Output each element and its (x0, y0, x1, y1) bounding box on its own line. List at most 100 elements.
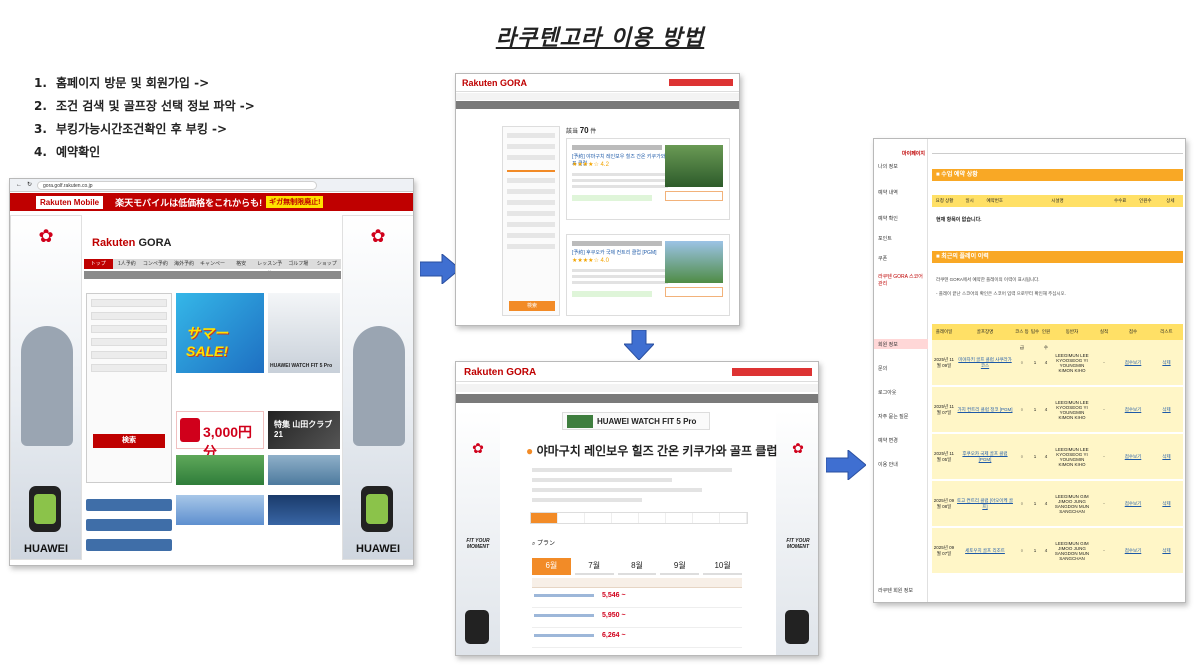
month-tab[interactable]: 8월 (617, 558, 657, 575)
plan-link[interactable] (534, 634, 594, 637)
right-side-ad[interactable]: ✿ HUAWEI (342, 215, 413, 560)
course-photo[interactable] (665, 241, 723, 283)
nav-item[interactable]: キャンペーン (198, 259, 227, 277)
search-field[interactable] (91, 325, 167, 333)
filter-field[interactable] (507, 155, 555, 160)
search-button[interactable]: 検索 (509, 301, 555, 311)
score-link[interactable]: 점수보기 (1116, 360, 1150, 366)
golf-banner[interactable] (268, 495, 340, 525)
course-link[interactable]: 토고 컨트리 클럽 [아오이케 골프] (956, 498, 1014, 510)
plan-row[interactable]: 6,264 ~ (532, 628, 742, 648)
summer-sale-promo[interactable]: サマー SALE! (176, 293, 264, 373)
tab[interactable] (720, 513, 747, 523)
huawei-promo[interactable]: HUAWEI WATCH FIT 5 Pro (268, 293, 340, 373)
month-tab[interactable]: 6월 (532, 558, 571, 575)
detail-button[interactable] (665, 191, 723, 201)
filter-field[interactable] (507, 144, 555, 149)
sidebar-item[interactable]: 예약 확인 (878, 215, 926, 222)
month-tab[interactable]: 7월 (574, 558, 614, 575)
plan-row[interactable]: 5,950 ~ (532, 608, 742, 628)
tab[interactable] (531, 513, 558, 523)
score-link[interactable]: 점수보기 (1116, 501, 1150, 507)
sidebar-item[interactable]: 예약 내역 (878, 189, 926, 196)
delete-link[interactable]: 삭제 (1150, 454, 1183, 460)
right-side-ad[interactable]: ✿ FIT YOUR MOMENT (776, 410, 818, 655)
plan-link[interactable] (534, 594, 594, 597)
filter-field[interactable] (507, 200, 555, 205)
promo-banner[interactable]: Rakuten Mobile 楽天モバイルは低価格をこれからも! ギガ無制限廃止… (10, 193, 413, 211)
left-side-ad[interactable]: ✿ FIT YOUR MOMENT (456, 410, 500, 655)
score-link[interactable]: 점수보기 (1116, 407, 1150, 413)
plan-search[interactable]: ⌕ プラン (532, 538, 555, 548)
course-link[interactable]: 미야자키 골프 클럽 사쿠라가 코스 (956, 357, 1014, 369)
month-tab[interactable]: 10월 (703, 558, 742, 575)
tab[interactable] (558, 513, 585, 523)
sidebar-item[interactable]: 예약 변경 (878, 437, 926, 444)
score-link[interactable]: 점수보기 (1116, 548, 1150, 554)
nav-item[interactable]: レッスン予約 (255, 259, 284, 277)
nav-item[interactable]: ショップ (313, 259, 342, 269)
course-card[interactable]: [予約] 야마구치 레인보우 힐즈 간온 키쿠가와 골프 클럽 ★★★★☆ 4.… (566, 138, 730, 220)
left-side-ad[interactable]: ✿ HUAWEI (10, 215, 82, 560)
filter-field[interactable] (507, 222, 555, 227)
rakuten-gora-logo[interactable]: Rakuten GORA (92, 237, 171, 249)
course-photo[interactable] (665, 145, 723, 187)
search-field[interactable] (91, 312, 167, 320)
sidebar-item[interactable]: 라쿠텐 회원 정보 (878, 587, 926, 594)
sidebar-item[interactable]: 이용 안내 (878, 461, 926, 468)
gora-logo[interactable]: Rakuten GORA (464, 367, 536, 378)
filter-field[interactable] (507, 244, 555, 249)
filter-field[interactable] (507, 189, 555, 194)
sidebar-item[interactable]: 문의 (878, 365, 926, 372)
sidebar-item-active[interactable]: 회원 정보 (878, 341, 926, 348)
huawei-ad-banner[interactable]: HUAWEI WATCH FIT 5 Pro (562, 412, 710, 430)
plan-link[interactable] (534, 614, 594, 617)
sidebar-item[interactable]: 쿠폰 (878, 255, 926, 262)
filter-field[interactable] (507, 211, 555, 216)
sidebar-item[interactable]: 라쿠텐 GORA 스코어 관리 (878, 273, 926, 287)
nav-item[interactable]: 格安 (227, 259, 256, 269)
region-link[interactable] (86, 499, 172, 511)
tab[interactable] (585, 513, 612, 523)
tab[interactable] (639, 513, 666, 523)
nav-item[interactable]: コンペ予約 (141, 259, 170, 269)
course-name[interactable]: [予約] 후쿠오카 국제 컨트리 클럽 [PGM] (572, 249, 672, 256)
gora-logo[interactable]: Rakuten GORA (462, 78, 527, 88)
nav-item[interactable]: 1人予約 (113, 259, 142, 269)
detail-button[interactable] (665, 287, 723, 297)
course-link[interactable]: 후쿠오카 국제 골프 클럽 [PGM] (956, 451, 1014, 462)
reload-icon[interactable]: ↻ (27, 181, 32, 189)
sidebar-item[interactable]: 포인트 (878, 235, 926, 242)
coupon-banner[interactable]: 3,000円分 (176, 411, 264, 460)
price-slider[interactable] (507, 166, 555, 172)
golf-banner[interactable] (176, 495, 264, 525)
sidebar-item[interactable]: 나의 정보 (878, 163, 926, 170)
search-field[interactable] (91, 364, 167, 372)
search-button[interactable]: 検索 (93, 434, 165, 448)
tab[interactable] (693, 513, 720, 523)
url-field[interactable]: gora.golf.rakuten.co.jp (37, 180, 318, 190)
month-tab[interactable]: 9월 (660, 558, 700, 575)
filter-field[interactable] (507, 233, 555, 238)
search-field[interactable] (91, 351, 167, 359)
delete-link[interactable]: 삭제 (1150, 407, 1183, 413)
sidebar-item[interactable]: 자주 묻는 질문 (878, 413, 926, 420)
header-buttons[interactable] (732, 368, 812, 376)
nav-item[interactable]: ゴルフ場 (284, 259, 313, 269)
delete-link[interactable]: 삭제 (1150, 548, 1183, 554)
nav-item[interactable]: トップ (84, 259, 113, 269)
search-field[interactable] (91, 338, 167, 346)
filter-field[interactable] (507, 178, 555, 183)
back-icon[interactable]: ← (16, 181, 22, 189)
course-link[interactable]: 세토우치 골프 리조트 (956, 548, 1014, 554)
golf-banner[interactable] (176, 455, 264, 485)
filter-field[interactable] (507, 133, 555, 138)
region-link[interactable] (86, 519, 172, 531)
feature-banner[interactable]: 特集 山田クラブ21 (268, 411, 340, 449)
score-link[interactable]: 점수보기 (1116, 454, 1150, 460)
sidebar-item[interactable]: 로그아웃 (878, 389, 926, 396)
course-link[interactable]: 가지 컨트리 클럽 정코 [PGM] (956, 407, 1014, 413)
golf-banner[interactable] (268, 455, 340, 485)
plan-row[interactable]: 5,546 ~ (532, 588, 742, 608)
tab[interactable] (612, 513, 639, 523)
